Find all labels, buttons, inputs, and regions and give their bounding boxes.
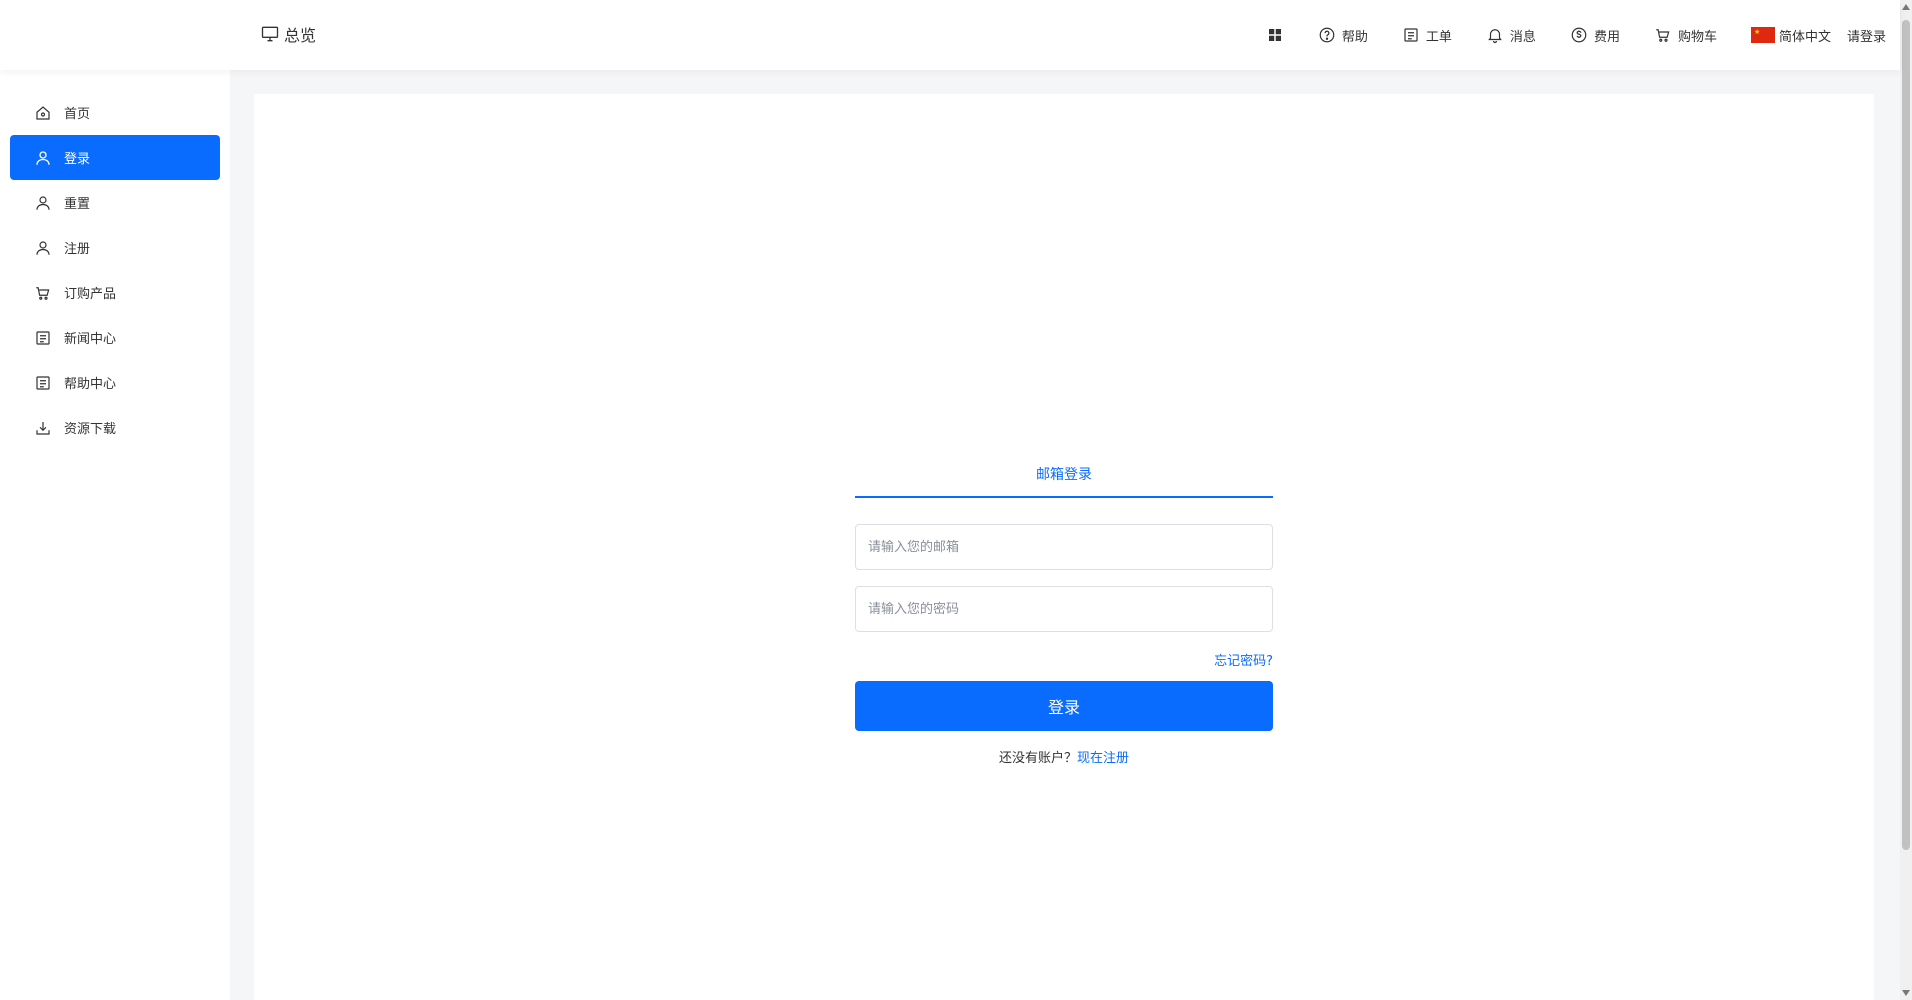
tab-email-login[interactable]: 邮箱登录 <box>855 464 1273 498</box>
apps-grid-button[interactable] <box>1266 26 1284 44</box>
no-account-text: 还没有账户？ <box>998 751 1077 766</box>
question-circle-icon <box>1319 27 1335 43</box>
overview-link[interactable]: 总览 <box>260 22 316 46</box>
document-icon <box>36 375 50 390</box>
language-label: 简体中文 <box>1778 29 1831 45</box>
register-now-link[interactable]: 现在注册 <box>1077 751 1129 766</box>
sidebar-item-label: 订购产品 <box>64 287 117 302</box>
document-icon <box>36 330 50 345</box>
sidebar-item-label: 登录 <box>64 152 91 167</box>
dollar-circle-icon <box>1571 27 1587 43</box>
grid-icon <box>1268 29 1281 41</box>
sidebar-item-reset[interactable]: 重置 <box>10 180 220 225</box>
sidebar-item-help-center[interactable]: 帮助中心 <box>10 360 220 405</box>
sidebar: 首页 登录 重置 注册 订购产品 新闻中心 帮助中心 资源下载 <box>0 70 230 1000</box>
messages-label: 消息 <box>1509 29 1536 45</box>
help-link[interactable]: 帮助 <box>1318 26 1368 45</box>
ticket-icon <box>1404 28 1418 42</box>
password-input[interactable] <box>855 586 1273 632</box>
sidebar-item-label: 新闻中心 <box>64 332 117 347</box>
billing-label: 费用 <box>1593 29 1620 45</box>
monitor-icon <box>261 26 279 42</box>
ticket-link[interactable]: 工单 <box>1402 26 1452 45</box>
overview-label: 总览 <box>284 26 317 45</box>
top-header: 总览 帮助 工单 消息 费用 购物车 ★ 简体中文 请登录 <box>0 0 1900 70</box>
ticket-label: 工单 <box>1425 29 1452 45</box>
help-label: 帮助 <box>1341 29 1368 45</box>
login-form: 邮箱登录 忘记密码? 登录 还没有账户？现在注册 <box>855 464 1273 766</box>
sidebar-item-register[interactable]: 注册 <box>10 225 220 270</box>
home-icon <box>36 105 50 120</box>
login-submit-button[interactable]: 登录 <box>855 681 1273 731</box>
sidebar-item-label: 注册 <box>64 242 91 257</box>
scroll-up-arrow-icon[interactable] <box>1902 4 1910 10</box>
scrollbar-thumb[interactable] <box>1902 20 1910 850</box>
messages-link[interactable]: 消息 <box>1486 26 1536 45</box>
cart-icon <box>1656 29 1670 42</box>
sidebar-item-news[interactable]: 新闻中心 <box>10 315 220 360</box>
cart-icon <box>36 286 50 300</box>
header-login-link[interactable]: 请登录 <box>1847 26 1886 45</box>
cart-label: 购物车 <box>1677 29 1717 45</box>
main-content: 邮箱登录 忘记密码? 登录 还没有账户？现在注册 <box>254 94 1874 1000</box>
sidebar-item-label: 帮助中心 <box>64 377 117 392</box>
top-nav: 帮助 工单 消息 费用 购物车 ★ 简体中文 请登录 <box>1266 0 1886 70</box>
sidebar-item-label: 资源下载 <box>64 422 117 437</box>
page-scrollbar[interactable] <box>1900 0 1912 1000</box>
sidebar-item-label: 重置 <box>64 197 91 212</box>
bell-icon <box>1488 29 1502 44</box>
sidebar-item-label: 首页 <box>64 107 91 122</box>
user-icon <box>36 150 50 165</box>
sidebar-item-login[interactable]: 登录 <box>10 135 220 180</box>
forgot-password-link[interactable]: 忘记密码? <box>855 650 1273 669</box>
register-prompt: 还没有账户？现在注册 <box>855 747 1273 766</box>
billing-link[interactable]: 费用 <box>1570 26 1620 45</box>
email-input[interactable] <box>855 524 1273 570</box>
language-selector[interactable]: 简体中文 <box>1750 26 1831 45</box>
scroll-down-arrow-icon[interactable] <box>1902 990 1910 996</box>
china-flag-icon <box>1750 27 1775 43</box>
cart-link[interactable]: 购物车 <box>1654 26 1717 45</box>
user-icon <box>36 240 50 255</box>
sidebar-item-downloads[interactable]: 资源下载 <box>10 405 220 450</box>
download-icon <box>36 421 50 435</box>
sidebar-item-home[interactable]: 首页 <box>10 90 220 135</box>
user-icon <box>36 195 50 210</box>
header-login-label: 请登录 <box>1846 29 1886 45</box>
sidebar-item-order-products[interactable]: 订购产品 <box>10 270 220 315</box>
